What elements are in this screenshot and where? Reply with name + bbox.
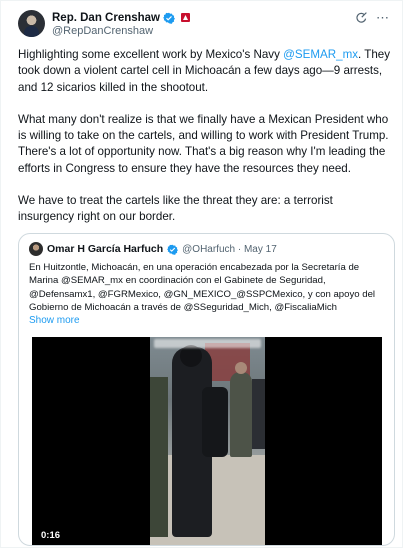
video-scene-figure bbox=[230, 362, 252, 457]
author-avatar[interactable] bbox=[18, 10, 45, 37]
flag-badge-icon bbox=[181, 13, 190, 22]
verified-badge-icon bbox=[167, 244, 179, 255]
grok-icon[interactable] bbox=[355, 11, 368, 24]
mention-semar-link[interactable]: @SEMAR_mx bbox=[283, 48, 358, 61]
video-caption-overlay bbox=[154, 339, 261, 348]
tweet-text-segment: Highlighting some excellent work by Mexi… bbox=[18, 48, 284, 61]
author-name-row: Rep. Dan Crenshaw bbox=[52, 10, 190, 25]
quoted-tweet-text: En Huitzontle, Michoacán, en una operaci… bbox=[29, 262, 376, 313]
tweet-paragraph-1: Highlighting some excellent work by Mexi… bbox=[18, 47, 392, 96]
show-more-link[interactable]: Show more bbox=[29, 315, 80, 326]
video-scene-figure bbox=[150, 377, 168, 537]
tweet-paragraph-2: What many don't realize is that we final… bbox=[18, 112, 389, 175]
author-name[interactable]: Rep. Dan Crenshaw bbox=[52, 12, 160, 24]
quoted-tweet-header: Omar H García Harfuch @OHarfuch · May 17 bbox=[29, 242, 277, 256]
quoted-author-avatar[interactable] bbox=[29, 242, 43, 256]
quoted-author-name[interactable]: Omar H García Harfuch bbox=[47, 243, 163, 255]
video-frame bbox=[150, 337, 265, 545]
tweet-header: Rep. Dan Crenshaw @RepDanCrenshaw ⋯ bbox=[18, 10, 390, 40]
more-options-icon[interactable]: ⋯ bbox=[376, 11, 390, 24]
tweet-text: Highlighting some excellent work by Mexi… bbox=[18, 47, 392, 242]
author-handle[interactable]: @RepDanCrenshaw bbox=[52, 25, 153, 37]
tweet-paragraph-3: We have to treat the cartels like the th… bbox=[18, 194, 333, 224]
video-player[interactable]: 0:16 bbox=[32, 337, 382, 545]
quoted-tweet[interactable]: Omar H García Harfuch @OHarfuch · May 17… bbox=[18, 233, 395, 546]
verified-badge-icon bbox=[163, 12, 175, 24]
video-scene-figure bbox=[252, 379, 265, 449]
tweet-card: Rep. Dan Crenshaw @RepDanCrenshaw ⋯ High… bbox=[0, 0, 403, 548]
video-timestamp: 0:16 bbox=[38, 529, 64, 542]
video-scene-figure bbox=[172, 345, 228, 537]
quoted-author-handle-date[interactable]: @OHarfuch · May 17 bbox=[182, 244, 277, 255]
